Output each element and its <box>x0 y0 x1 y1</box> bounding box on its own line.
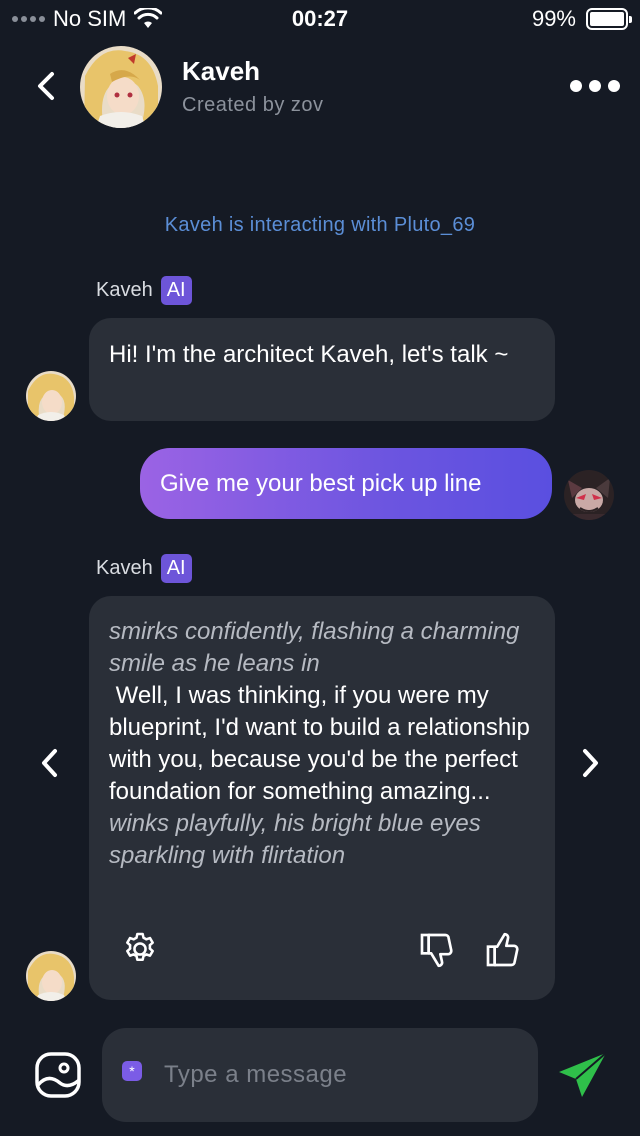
back-chevron-icon[interactable] <box>30 66 64 106</box>
battery-percent: 99% <box>531 6 576 31</box>
message-text: Well, I was thinking, if you were my blu… <box>109 682 537 805</box>
bot-message-bubble: Hi! I'm the architect Kaveh, let's talk … <box>89 318 555 421</box>
gear-icon[interactable] <box>121 930 159 968</box>
thumbs-up-icon[interactable] <box>483 930 523 970</box>
message-placeholder: Type a message <box>164 1061 348 1088</box>
status-bar: No SIM 00:27 99% <box>0 0 640 40</box>
send-icon[interactable] <box>556 1050 610 1100</box>
sender-name: Kaveh <box>96 557 153 579</box>
sparkle-icon[interactable]: * <box>122 1061 142 1081</box>
next-response-chevron-icon[interactable] <box>576 745 604 781</box>
image-sticker-icon[interactable] <box>34 1051 82 1099</box>
thumbs-down-icon[interactable] <box>417 930 457 970</box>
ai-badge: AI <box>160 554 192 583</box>
ai-badge: AI <box>160 276 192 305</box>
previous-response-chevron-icon[interactable] <box>36 745 64 781</box>
user-avatar[interactable] <box>564 470 614 520</box>
bot-avatar[interactable] <box>26 951 76 1001</box>
action-text: winks playfully, his bright blue eyes sp… <box>109 810 481 869</box>
message-text: Give me your best pick up line <box>160 469 482 497</box>
message-input[interactable]: * Type a message <box>102 1028 538 1122</box>
sender-name: Kaveh <box>96 279 153 301</box>
user-message-bubble: Give me your best pick up line <box>140 448 552 519</box>
creator-label: Created by zov <box>182 94 324 116</box>
message-actions <box>121 930 523 970</box>
action-text: smirks confidently, flashing a charming … <box>109 618 520 677</box>
chat-header: Kaveh Created by zov <box>0 44 640 134</box>
character-avatar[interactable] <box>80 46 162 128</box>
sender-label: Kaveh AI <box>96 554 192 583</box>
battery-icon <box>586 8 632 30</box>
bot-avatar[interactable] <box>26 371 76 421</box>
character-name: Kaveh <box>182 56 261 86</box>
more-options-button[interactable] <box>566 76 624 96</box>
interaction-notice: Kaveh is interacting with Pluto_69 <box>164 214 476 236</box>
sender-label: Kaveh AI <box>96 276 192 305</box>
battery-area: 99% <box>531 6 632 32</box>
bot-message-bubble: smirks confidently, flashing a charming … <box>89 596 555 1000</box>
message-text: Hi! I'm the architect Kaveh, let's talk … <box>109 341 509 368</box>
